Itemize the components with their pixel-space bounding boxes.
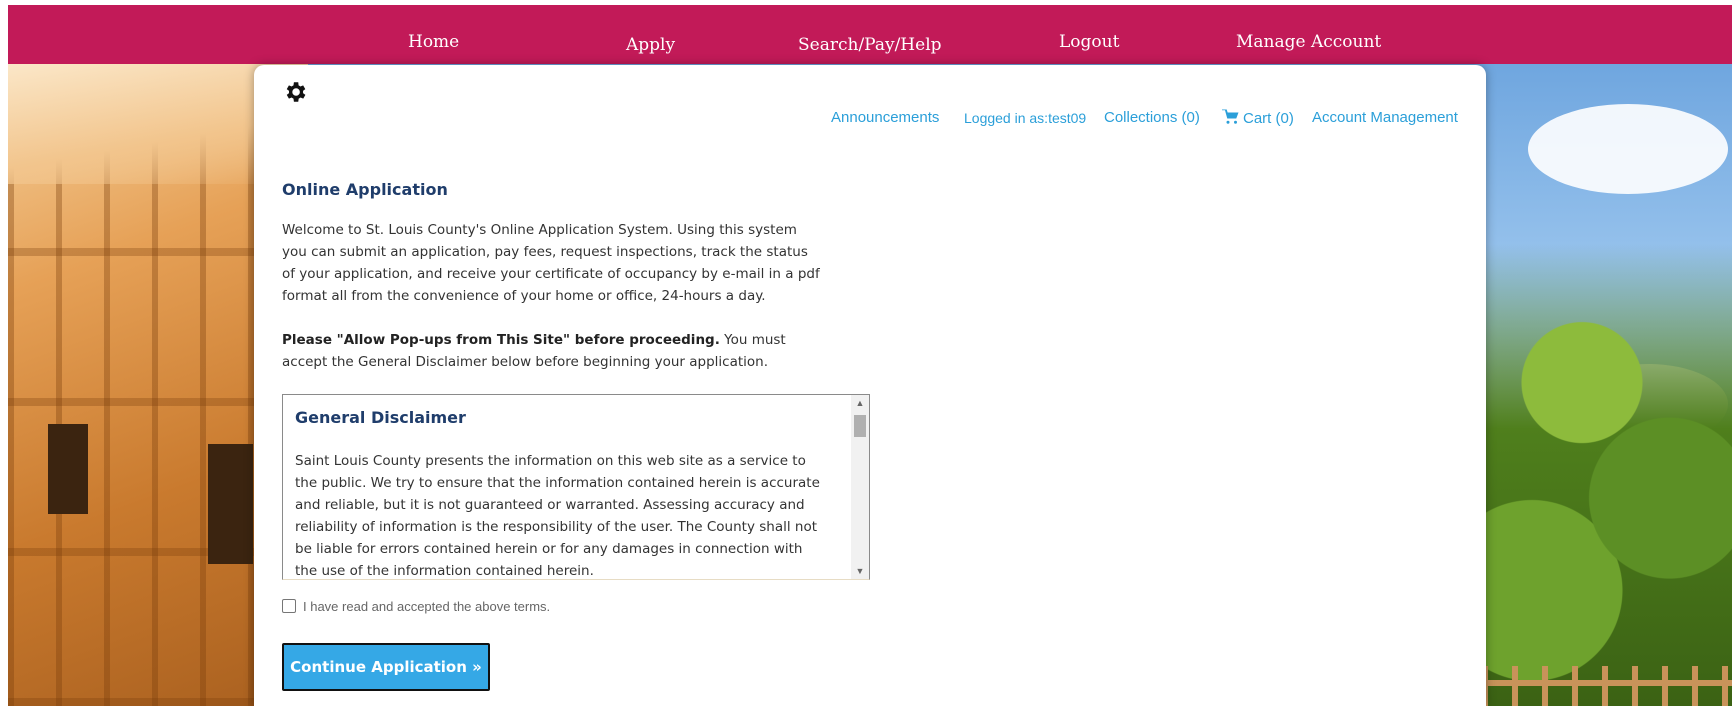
announcements-link[interactable]: Announcements <box>831 109 939 126</box>
disclaimer-body: Saint Louis County presents the informat… <box>295 453 820 579</box>
popup-notice-bold: Please "Allow Pop-ups from This Site" be… <box>282 332 720 348</box>
top-navigation: Home Apply Search/Pay/Help Logout Manage… <box>8 5 1732 64</box>
window-graphic <box>48 424 88 514</box>
gear-icon[interactable] <box>282 79 308 105</box>
logged-in-label: Logged in as:test09 <box>964 110 1087 126</box>
accept-terms-label: I have read and accepted the above terms… <box>303 599 551 614</box>
continue-application-button[interactable]: Continue Application » <box>282 643 490 691</box>
nav-logout[interactable]: Logout <box>1059 32 1119 52</box>
popup-notice: Please "Allow Pop-ups from This Site" be… <box>282 329 822 373</box>
disclaimer-title: General Disclaimer <box>295 408 466 427</box>
nav-search-pay-help[interactable]: Search/Pay/Help <box>798 35 942 55</box>
main-panel: Announcements Logged in as:test09 Collec… <box>254 65 1486 706</box>
trees-graphic <box>1482 244 1732 706</box>
disclaimer-scrollbar[interactable]: ▲ ▼ <box>851 395 869 579</box>
fence-graphic <box>1482 666 1732 706</box>
collections-link[interactable]: Collections (0) <box>1104 109 1200 126</box>
cart-label: Cart (0) <box>1243 110 1294 127</box>
nav-home[interactable]: Home <box>408 32 459 52</box>
cart-icon <box>1222 109 1239 124</box>
cloud-graphic <box>1528 104 1728 194</box>
cart-link[interactable]: Cart (0) <box>1222 109 1294 127</box>
disclaimer-box[interactable]: General Disclaimer Saint Louis County pr… <box>282 394 870 580</box>
accept-terms-checkbox[interactable] <box>282 599 296 613</box>
nav-manage-account[interactable]: Manage Account <box>1236 32 1381 52</box>
window-graphic <box>208 444 253 564</box>
scrollbar-thumb[interactable] <box>854 415 866 437</box>
account-management-link[interactable]: Account Management <box>1312 109 1458 126</box>
accept-terms[interactable]: I have read and accepted the above terms… <box>282 599 550 614</box>
scroll-down-icon[interactable]: ▼ <box>851 563 869 579</box>
page-title: Online Application <box>282 180 448 199</box>
nav-apply[interactable]: Apply <box>626 35 675 55</box>
scroll-up-icon[interactable]: ▲ <box>851 395 869 411</box>
intro-text: Welcome to St. Louis County's Online App… <box>282 222 820 304</box>
